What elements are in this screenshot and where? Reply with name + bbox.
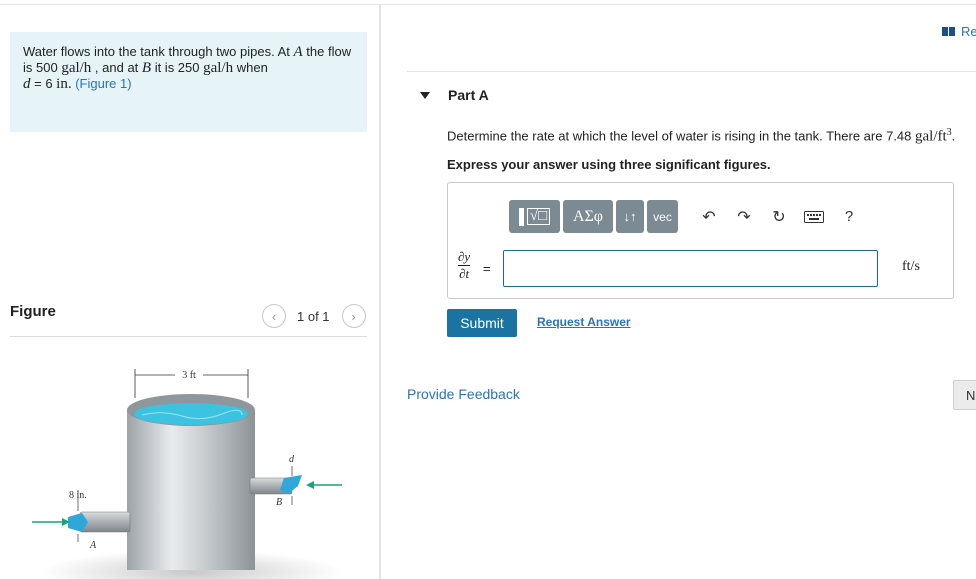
reset-icon[interactable]: ↻	[769, 207, 789, 227]
greek-button[interactable]: ΑΣφ	[563, 200, 613, 233]
derivative-numerator: ∂y	[458, 249, 471, 264]
chevron-left-icon[interactable]: ‹	[262, 304, 286, 328]
figure-page-count: 1 of 1	[297, 308, 330, 324]
next-button[interactable]: N	[953, 380, 976, 410]
help-icon[interactable]: ?	[839, 207, 859, 227]
equals-sign: =	[483, 261, 491, 276]
undo-icon[interactable]: ↶	[699, 207, 719, 227]
tank-body	[127, 410, 255, 570]
question-text: Determine the rate at which the level of…	[447, 127, 955, 145]
point-b-figure-label: B	[276, 497, 282, 508]
part-title: Part A	[448, 87, 489, 103]
problem-text: = 6	[30, 76, 57, 91]
part-divider	[407, 71, 976, 72]
point-a-figure-label: A	[89, 540, 97, 551]
dimension-width-label: 3 ft	[182, 370, 196, 381]
point-b-label: B	[141, 60, 152, 76]
vec-button[interactable]: vec	[647, 200, 678, 233]
figure-pager: ‹ 1 of 1 ›	[262, 304, 366, 328]
figure-heading: Figure	[10, 303, 56, 320]
derivative-label: ∂y ∂t	[458, 249, 471, 281]
templates-button[interactable]: √□	[509, 200, 560, 233]
derivative-denominator: ∂t	[459, 266, 470, 281]
pipe-diameter-label: 8 in.	[69, 490, 87, 501]
templates-icon	[518, 207, 524, 226]
review-link[interactable]: Re	[942, 24, 976, 39]
redo-icon[interactable]: ↷	[734, 207, 754, 227]
question-end: .	[951, 128, 956, 144]
keyboard-glyph	[804, 210, 824, 223]
instruction-text: Express your answer using three signific…	[447, 157, 771, 172]
depth-variable: d	[23, 76, 31, 92]
request-answer-link[interactable]: Request Answer	[537, 315, 631, 329]
chevron-right-icon[interactable]: ›	[341, 304, 366, 328]
point-a-label: A	[293, 44, 303, 60]
question-unit: gal/ft	[915, 128, 947, 145]
math-toolbar: √□ ΑΣφ ↓↑ vec ↶ ↷ ↻ ?	[509, 200, 859, 233]
figure-link[interactable]: (Figure 1)	[75, 76, 131, 91]
problem-text: when	[233, 60, 268, 75]
inflow-arrow-b	[306, 481, 314, 489]
problem-text: , and at	[91, 60, 142, 75]
problem-text: it is 250	[151, 60, 204, 75]
book-icon	[942, 27, 955, 36]
flow-unit: gal/h	[203, 60, 234, 76]
depth-figure-label: d	[289, 454, 295, 465]
water-surface	[134, 403, 248, 425]
question-body: Determine the rate at which the level of…	[447, 128, 915, 144]
panel-divider	[379, 4, 381, 579]
part-a-toggle[interactable]: Part A	[420, 87, 489, 103]
figure-divider	[10, 336, 367, 337]
provide-feedback-link[interactable]: Provide Feedback	[407, 386, 520, 402]
problem-text: Water flows into the tank through two pi…	[23, 44, 294, 59]
review-label: Re	[961, 24, 976, 39]
depth-unit: in.	[56, 76, 72, 92]
answer-input[interactable]	[503, 250, 878, 287]
sqrt-icon: √□	[526, 208, 551, 225]
top-rule	[0, 4, 976, 5]
flow-unit: gal/h	[61, 60, 92, 76]
tank-figure: 3 ft 8 in. A d B	[32, 368, 342, 579]
keyboard-icon[interactable]	[804, 207, 824, 227]
submit-button[interactable]: Submit	[447, 309, 517, 337]
problem-statement: Water flows into the tank through two pi…	[10, 32, 367, 132]
caret-down-icon	[420, 91, 430, 99]
subscript-button[interactable]: ↓↑	[616, 200, 644, 233]
answer-unit: ft/s	[902, 259, 920, 274]
